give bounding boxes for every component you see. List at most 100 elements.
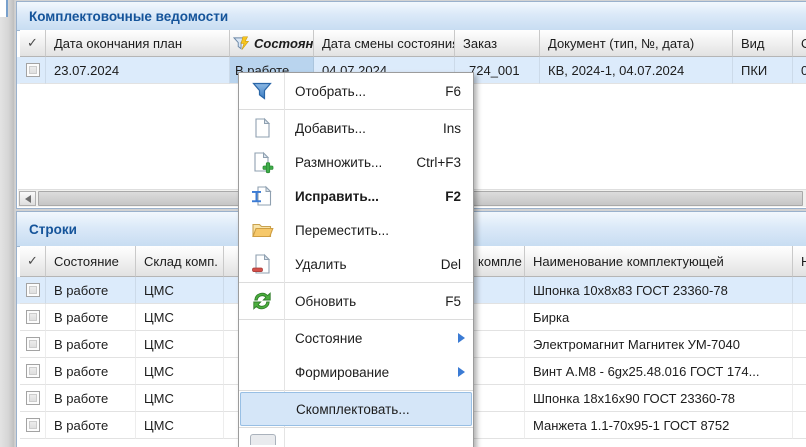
panel-title: Строки <box>17 222 77 237</box>
menu-item-shortcut: F5 <box>445 294 473 309</box>
cell-n <box>793 277 806 304</box>
left-splitter[interactable] <box>0 0 15 447</box>
cell-state: В работе <box>46 304 136 331</box>
menu-item-label: Исправить... <box>284 189 445 204</box>
row-check-cell[interactable] <box>20 331 46 358</box>
cell-warehouse: ЦМС <box>136 331 224 358</box>
column-header-n[interactable]: Н <box>793 246 806 277</box>
cell-warehouse: ЦМС <box>136 385 224 412</box>
menu-item-label: Размножить... <box>284 155 416 170</box>
menu-item-label: Удалить <box>284 257 441 272</box>
page-minus-icon <box>239 252 284 276</box>
menu-separator <box>239 319 473 320</box>
menu-item-label: Скомплектовать... <box>285 402 472 417</box>
checkmark-icon: ✓ <box>27 35 38 51</box>
cell-name: Бирка <box>525 304 793 331</box>
folder-open-icon <box>239 218 284 242</box>
submenu-arrow-icon <box>458 333 465 343</box>
cell-document: КВ, 2024-1, 04.07.2024 <box>540 57 733 84</box>
menu-item-formirovanie[interactable]: Формирование <box>239 355 473 389</box>
menu-item-obnovit[interactable]: Обновить F5 <box>239 284 473 318</box>
menu-item-label: Добавить... <box>284 121 443 136</box>
column-header-warehouse[interactable]: Склад комп. <box>136 246 224 277</box>
menu-item-shortcut: Ctrl+F3 <box>416 155 473 170</box>
menu-item-label: Отобрать... <box>284 84 445 99</box>
context-menu: Отобрать... F6 Добавить... Ins <box>238 72 474 447</box>
column-header-state-label: Состояние <box>254 36 314 51</box>
app-window: Комплектовочные ведомости ✓ Дата окончан… <box>0 0 806 447</box>
filter-icon <box>239 79 284 103</box>
cell-state: В работе <box>46 277 136 304</box>
cell-o: 06 <box>793 57 806 84</box>
row-checkbox[interactable] <box>26 63 40 77</box>
cell-warehouse: ЦМС <box>136 412 224 439</box>
panel-title: Комплектовочные ведомости <box>17 9 228 24</box>
cell-name: Винт А.М8 - 6gх25.48.016 ГОСТ 174... <box>525 358 793 385</box>
scroll-left-button[interactable] <box>19 191 36 206</box>
menu-item-label: Формирование <box>284 365 473 380</box>
menu-item-skomplektovat[interactable]: Скомплектовать... <box>240 392 472 426</box>
menu-item-shortcut: F2 <box>445 189 473 204</box>
column-header-date-end-plan[interactable]: Дата окончания план <box>46 30 230 57</box>
menu-item-sostoyanie[interactable]: Состояние <box>239 321 473 355</box>
menu-item-ispravit[interactable]: Исправить... F2 <box>239 179 473 213</box>
page-edit-icon <box>239 184 284 208</box>
menu-item-shortcut: F6 <box>445 84 473 99</box>
cell-warehouse: ЦМС <box>136 277 224 304</box>
cell-state: В работе <box>46 331 136 358</box>
cell-name: Электромагнит Магнитек УМ-7040 <box>525 331 793 358</box>
row-check-cell[interactable] <box>20 57 46 84</box>
cell-name: Шпонка 18х16х90 ГОСТ 23360-78 <box>525 385 793 412</box>
checkmark-icon: ✓ <box>27 253 38 269</box>
row-check-cell[interactable] <box>20 412 46 439</box>
menu-item-udalit[interactable]: Удалить Del <box>239 247 473 281</box>
cell-kind: ПКИ <box>733 57 793 84</box>
row-check-cell[interactable] <box>20 358 46 385</box>
adjacent-panel-fragment <box>0 0 8 17</box>
column-header-o[interactable]: О <box>793 30 806 57</box>
cell-n <box>793 358 806 385</box>
column-header-kind[interactable]: Вид <box>733 30 793 57</box>
menu-item-label: Обновить <box>284 294 445 309</box>
column-header-state[interactable]: Состояние <box>230 30 314 57</box>
column-header-check[interactable]: ✓ <box>20 30 46 57</box>
row-checkbox[interactable] <box>26 418 40 432</box>
menu-item-label: Состояние <box>284 331 473 346</box>
menu-item-label: Переместить... <box>284 223 461 238</box>
row-checkbox[interactable] <box>26 283 40 297</box>
menu-separator <box>239 390 473 391</box>
column-header-order[interactable]: Заказ <box>455 30 540 57</box>
partial-icon <box>250 434 276 445</box>
page-icon <box>239 116 284 140</box>
menu-item-partial[interactable] <box>239 434 473 445</box>
cell-state: В работе <box>46 358 136 385</box>
row-checkbox[interactable] <box>26 364 40 378</box>
row-checkbox[interactable] <box>26 337 40 351</box>
menu-item-peremestit[interactable]: Переместить... <box>239 213 473 247</box>
column-header-check[interactable]: ✓ <box>20 246 46 277</box>
row-check-cell[interactable] <box>20 304 46 331</box>
menu-item-dobavit[interactable]: Добавить... Ins <box>239 111 473 145</box>
row-checkbox[interactable] <box>26 391 40 405</box>
refresh-icon <box>239 289 284 313</box>
menu-separator <box>239 427 473 428</box>
column-header-date-state-change[interactable]: Дата смены состояния <box>314 30 455 57</box>
page-plus-icon <box>239 150 284 174</box>
menu-item-shortcut: Del <box>441 257 473 272</box>
cell-warehouse: ЦМС <box>136 358 224 385</box>
cell-state: В работе <box>46 385 136 412</box>
column-header-document[interactable]: Документ (тип, №, дата) <box>540 30 733 57</box>
menu-item-otobrat[interactable]: Отобрать... F6 <box>239 74 473 108</box>
column-header-name[interactable]: Наименование комплектующей <box>525 246 793 277</box>
menu-item-razmnozhit[interactable]: Размножить... Ctrl+F3 <box>239 145 473 179</box>
vedomosti-header-row: ✓ Дата окончания план Состояние Дата сме… <box>17 30 806 57</box>
row-checkbox[interactable] <box>26 310 40 324</box>
menu-separator <box>239 109 473 110</box>
menu-separator <box>239 282 473 283</box>
cell-n <box>793 412 806 439</box>
row-check-cell[interactable] <box>20 385 46 412</box>
row-check-cell[interactable] <box>20 277 46 304</box>
cell-n <box>793 304 806 331</box>
cell-n <box>793 385 806 412</box>
column-header-state[interactable]: Состояние <box>46 246 136 277</box>
